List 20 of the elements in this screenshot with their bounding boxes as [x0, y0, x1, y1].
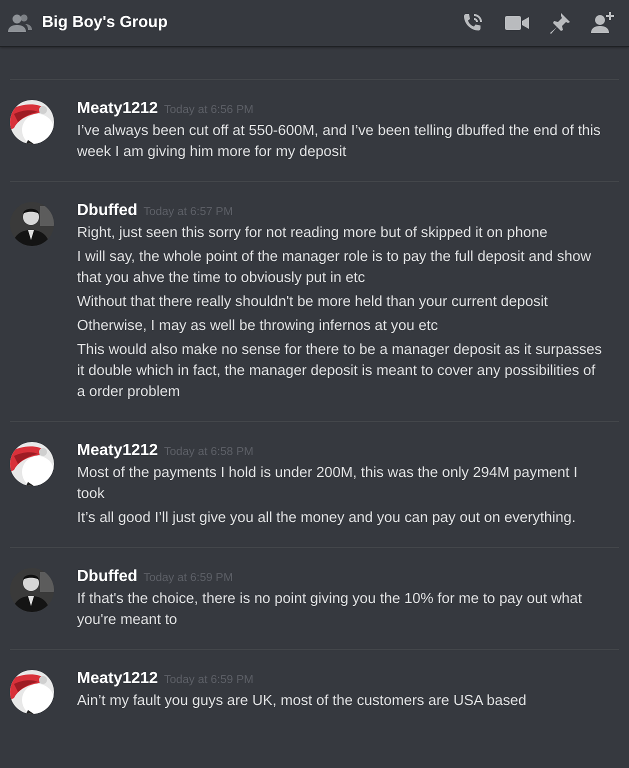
username[interactable]: Dbuffed: [77, 202, 138, 220]
message-text: Ain’t my fault you guys are UK, most of the customers are USA based: [77, 692, 528, 711]
username[interactable]: Meaty1212: [77, 442, 158, 460]
pin-icon[interactable]: [549, 12, 571, 34]
message-text: Otherwise, I may as well be throwing infernos at you etc: [77, 317, 439, 336]
message-text: I’ve always been cut off at 550-600M, and I’ve been telling dbuffed the end of this week I am giving him more for my deposit: [77, 122, 602, 162]
username[interactable]: Meaty1212: [77, 670, 158, 688]
people-icon: [8, 13, 32, 33]
window-title: Big Boy's Group: [42, 14, 169, 32]
add-friend-icon[interactable]: [591, 12, 615, 34]
message-text: Right, just seen this sorry for not reading more but of skipped it on phone: [77, 224, 549, 243]
message-text: I will say, the whole point of the manager role is to pay the full deposit and show that you ahve the time to obviously put in etc: [77, 248, 592, 288]
message-text: This would also make no sense for there to be a manager deposit as it surpasses it double which in fact, the manager deposit is meant to cover any possibilities of a order problem: [77, 341, 603, 402]
message-text: Most of the payments I hold is under 200M, this was the only 294M payment I took: [77, 464, 578, 504]
username[interactable]: Meaty1212: [77, 100, 158, 118]
message-text: Without that there really shouldn't be more held than your current deposit: [77, 293, 549, 312]
message-text: If that's the choice, there is no point giving you the 10% for me to pay out what you're meant to: [77, 590, 583, 630]
message-text: It’s all good I’ll just give you all the money and you can pay out on everything.: [77, 509, 577, 528]
video-camera-icon[interactable]: [505, 14, 529, 32]
username[interactable]: Dbuffed: [77, 568, 138, 586]
